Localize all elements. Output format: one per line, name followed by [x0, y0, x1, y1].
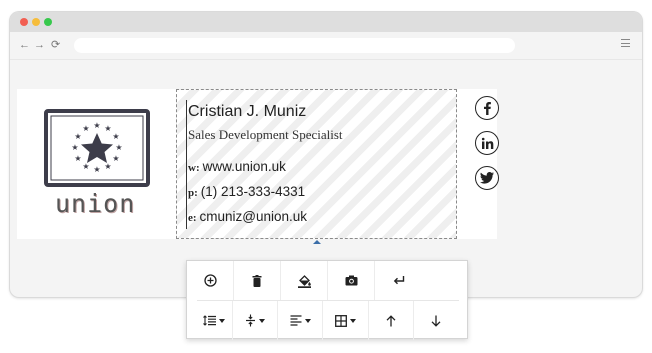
align-dropdown[interactable]: [278, 301, 324, 340]
delete-button[interactable]: [234, 261, 281, 300]
facebook-icon[interactable]: [475, 96, 499, 120]
fill-color-button[interactable]: [281, 261, 328, 300]
website-label: w:: [188, 162, 200, 174]
close-window-button[interactable]: [20, 18, 28, 26]
enter-icon: [393, 276, 404, 285]
line-height-dropdown[interactable]: [187, 301, 233, 340]
chevron-down-icon: [304, 318, 311, 323]
contact-phone[interactable]: p: (1) 213-333-4331: [188, 184, 305, 199]
table-icon: [334, 314, 347, 327]
line-height-icon: [203, 315, 217, 326]
block-toolbar: [186, 260, 469, 340]
contact-website[interactable]: w: www.union.uk: [188, 159, 286, 174]
contact-email[interactable]: e: cmuniz@union.uk: [188, 209, 307, 224]
fill-color-icon: [297, 275, 311, 288]
signature-text-cell[interactable]: Cristian J. Muniz Sales Development Spec…: [176, 89, 457, 244]
spacing-icon: [245, 314, 255, 327]
hamburger-menu-icon[interactable]: [621, 39, 630, 47]
back-icon[interactable]: ←: [19, 37, 30, 53]
forward-icon[interactable]: →: [34, 37, 45, 53]
svg-text:★: ★: [93, 165, 100, 174]
logo-wordmark: union: [55, 189, 136, 218]
image-button[interactable]: [328, 261, 375, 300]
arrow-down-icon: [431, 315, 441, 327]
toolbar-row-actions: [187, 261, 469, 300]
maximize-window-button[interactable]: [44, 18, 52, 26]
browser-navbar: ← → ⟳: [10, 32, 642, 60]
email-value[interactable]: cmuniz@union.uk: [200, 209, 308, 224]
minimize-window-button[interactable]: [32, 18, 40, 26]
email-label: e:: [188, 212, 197, 224]
svg-text:★: ★: [112, 154, 119, 163]
move-down-button[interactable]: [414, 301, 459, 340]
trash-icon: [252, 274, 262, 287]
signature-title[interactable]: Sales Development Specialist: [188, 127, 343, 143]
add-icon: [203, 274, 217, 287]
linkedin-icon[interactable]: [475, 131, 499, 155]
text-cursor: [186, 100, 187, 229]
email-signature: ★ ★ ★ ★ ★ ★ ★ ★ ★ ★ ★ ★ union Cristian J…: [17, 89, 499, 244]
phone-value[interactable]: (1) 213-333-4331: [201, 184, 305, 199]
svg-text:★: ★: [82, 124, 89, 133]
phone-label: p:: [188, 187, 198, 199]
toolbar-row-format: [197, 300, 459, 340]
line-break-button[interactable]: [375, 261, 422, 300]
svg-text:★: ★: [115, 143, 122, 152]
svg-text:★: ★: [112, 132, 119, 141]
chevron-down-icon: [219, 318, 226, 323]
arrow-up-icon: [386, 314, 396, 326]
toolbar-pointer-icon: [313, 240, 321, 244]
align-left-icon: [290, 315, 302, 326]
add-button[interactable]: [187, 261, 234, 300]
twitter-icon[interactable]: [475, 166, 499, 190]
signature-name[interactable]: Cristian J. Muniz: [188, 103, 306, 121]
svg-text:★: ★: [82, 162, 89, 171]
logo-cell[interactable]: ★ ★ ★ ★ ★ ★ ★ ★ ★ ★ ★ ★ union: [17, 89, 176, 239]
social-links: [457, 89, 499, 239]
svg-text:★: ★: [104, 124, 111, 133]
eu-flag-logo-icon: ★ ★ ★ ★ ★ ★ ★ ★ ★ ★ ★ ★: [44, 109, 150, 187]
svg-text:★: ★: [104, 162, 111, 171]
title-bar: [10, 12, 642, 32]
address-bar[interactable]: [74, 38, 515, 53]
chevron-down-icon: [258, 318, 265, 323]
spacing-dropdown[interactable]: [233, 301, 278, 340]
camera-icon: [345, 275, 357, 286]
chevron-down-icon: [349, 318, 356, 323]
website-value[interactable]: www.union.uk: [203, 159, 286, 174]
table-dropdown[interactable]: [323, 301, 369, 340]
svg-text:★: ★: [71, 143, 78, 152]
svg-text:★: ★: [74, 154, 81, 163]
move-up-button[interactable]: [369, 301, 414, 340]
svg-text:★: ★: [74, 132, 81, 141]
reload-icon[interactable]: ⟳: [51, 37, 60, 53]
svg-text:★: ★: [93, 121, 100, 130]
